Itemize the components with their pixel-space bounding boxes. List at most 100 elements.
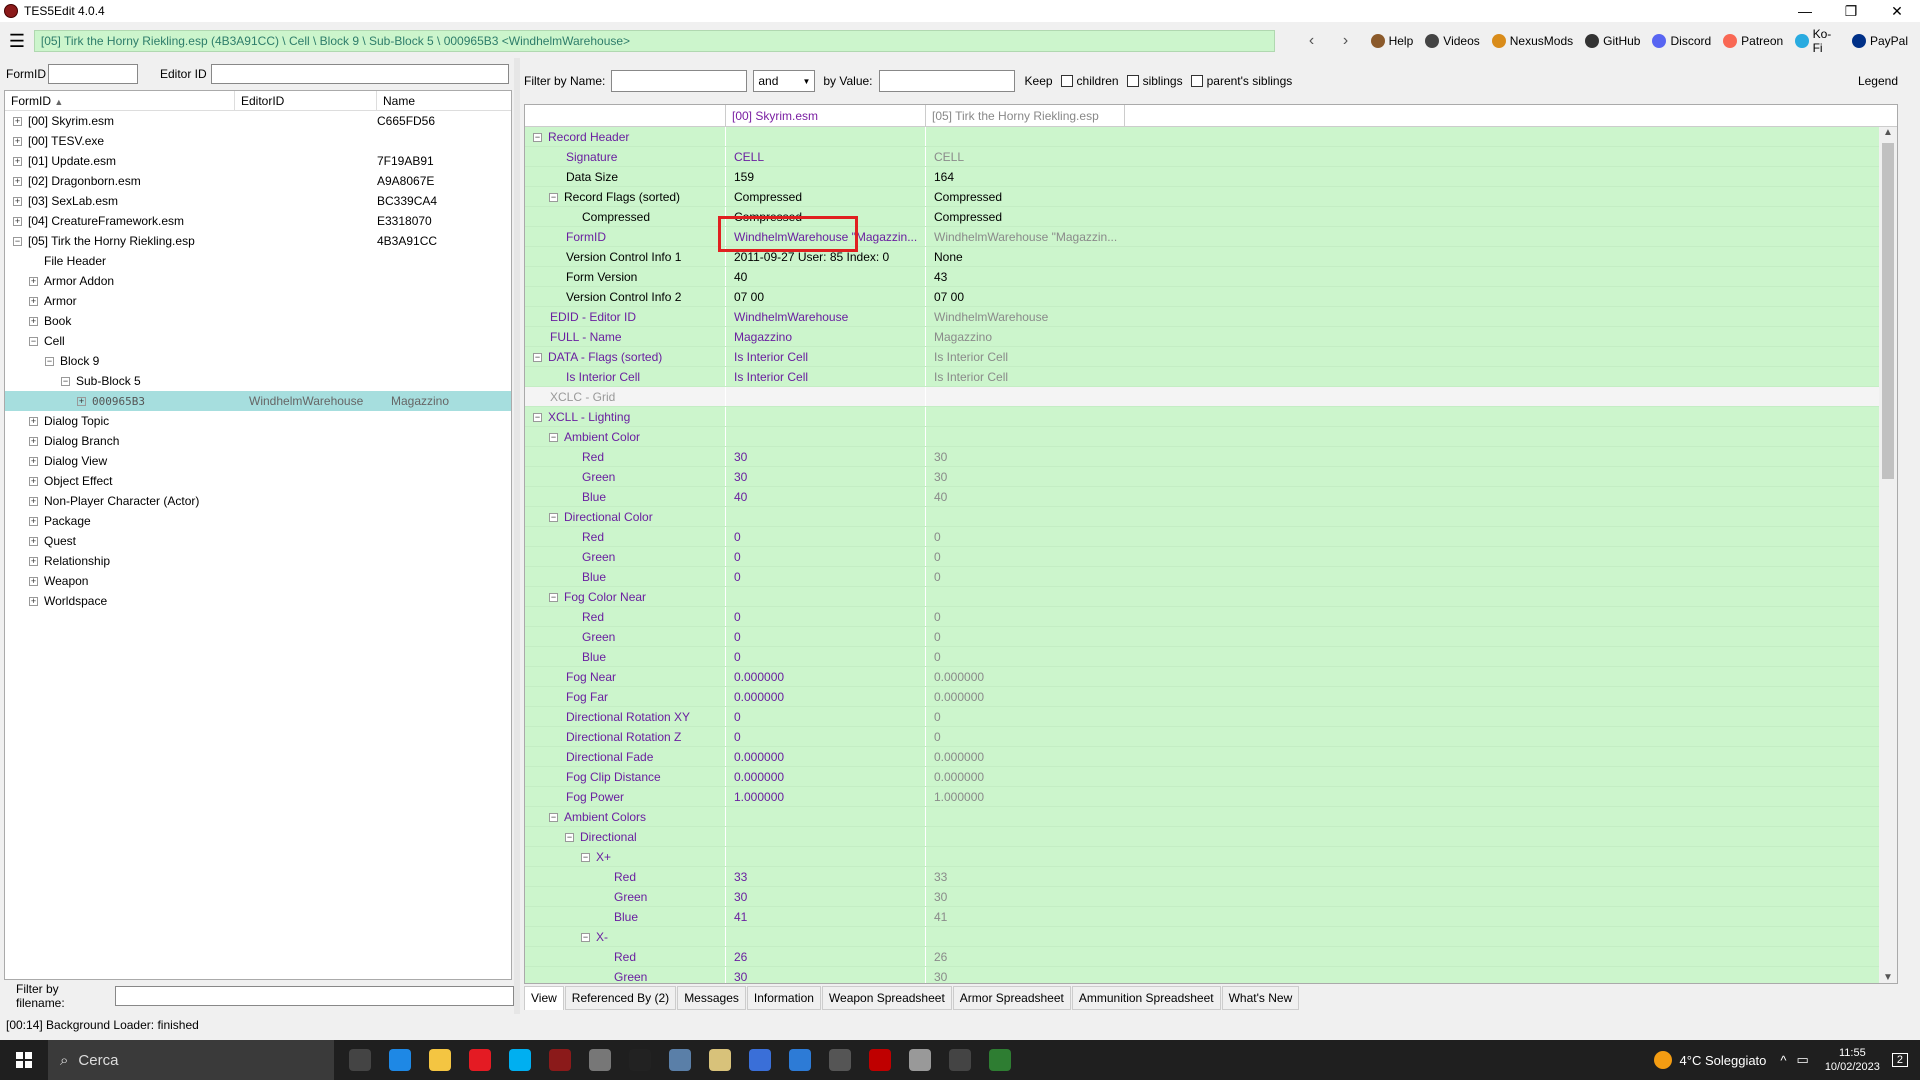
record-field-row[interactable]: Blue 40 40 bbox=[525, 487, 1897, 507]
expand-icon[interactable]: + bbox=[13, 197, 22, 207]
forward-arrow-icon[interactable]: › bbox=[1329, 32, 1363, 50]
tab-referenced-by-2[interactable]: Referenced By (2) bbox=[564, 986, 677, 1010]
record-path[interactable]: [05] Tirk the Horny Riekling.esp (4B3A91… bbox=[33, 30, 1275, 52]
siblings-checkbox[interactable] bbox=[1126, 75, 1139, 87]
field-value-skyrim[interactable]: 30 bbox=[725, 887, 925, 906]
field-value-skyrim[interactable]: 0.000000 bbox=[725, 687, 925, 706]
tree-row[interactable]: + Worldspace bbox=[5, 591, 511, 611]
tes5edit-taskbar-button[interactable] bbox=[540, 1040, 580, 1080]
expand-icon[interactable]: + bbox=[13, 217, 22, 227]
hamburger-menu-icon[interactable]: ☰ bbox=[0, 26, 34, 56]
tree-row[interactable]: + Dialog View bbox=[5, 451, 511, 471]
record-field-row[interactable]: Is Interior Cell Is Interior Cell Is Inter… bbox=[525, 367, 1897, 387]
field-value-skyrim[interactable] bbox=[725, 807, 925, 826]
record-field-row[interactable]: Directional Rotation XY 0 0 bbox=[525, 707, 1897, 727]
link-help[interactable]: Help bbox=[1370, 34, 1413, 48]
field-value-tirk[interactable]: 30 bbox=[925, 447, 1125, 466]
field-value-skyrim[interactable]: 30 bbox=[725, 967, 925, 983]
collapse-icon[interactable]: − bbox=[549, 433, 558, 443]
collapse-icon[interactable]: − bbox=[533, 353, 542, 363]
record-field-row[interactable]: Red 0 0 bbox=[525, 607, 1897, 627]
record-field-row[interactable]: − Directional bbox=[525, 827, 1897, 847]
record-field-row[interactable]: Signature CELL CELL bbox=[525, 147, 1897, 167]
field-value-tirk[interactable]: WindhelmWarehouse "Magazzin... bbox=[925, 227, 1125, 246]
record-field-row[interactable]: Red 33 33 bbox=[525, 867, 1897, 887]
formid-input[interactable] bbox=[48, 64, 138, 84]
field-value-tirk[interactable] bbox=[925, 387, 1125, 406]
field-value-tirk[interactable]: Magazzino bbox=[925, 327, 1125, 346]
record-field-row[interactable]: − Record Flags (sorted) Compressed Compress… bbox=[525, 187, 1897, 207]
field-value-skyrim[interactable]: 40 bbox=[725, 487, 925, 506]
record-field-row[interactable]: Data Size 159 164 bbox=[525, 167, 1897, 187]
collapse-icon[interactable]: − bbox=[549, 193, 558, 203]
field-value-skyrim[interactable]: 0 bbox=[725, 607, 925, 626]
field-value-skyrim[interactable] bbox=[725, 827, 925, 846]
field-value-tirk[interactable]: Compressed bbox=[925, 207, 1125, 226]
scroll-down-icon[interactable]: ▼ bbox=[1879, 972, 1897, 983]
field-value-skyrim[interactable]: 0 bbox=[725, 547, 925, 566]
tree-row[interactable]: + Book bbox=[5, 311, 511, 331]
tree-row[interactable]: + Relationship bbox=[5, 551, 511, 571]
record-field-row[interactable]: Blue 0 0 bbox=[525, 647, 1897, 667]
field-value-skyrim[interactable] bbox=[725, 927, 925, 946]
tree-row[interactable]: − Sub-Block 5 bbox=[5, 371, 511, 391]
expand-icon[interactable]: + bbox=[29, 317, 38, 327]
window-taskbar-button[interactable] bbox=[780, 1040, 820, 1080]
field-value-tirk[interactable]: 07 00 bbox=[925, 287, 1125, 306]
tree-row[interactable]: + Armor Addon bbox=[5, 271, 511, 291]
field-value-tirk[interactable]: WindhelmWarehouse bbox=[925, 307, 1125, 326]
tab-what-s-new[interactable]: What's New bbox=[1221, 986, 1300, 1010]
link-discord[interactable]: Discord bbox=[1652, 34, 1711, 48]
field-value-skyrim[interactable] bbox=[725, 847, 925, 866]
expand-icon[interactable]: + bbox=[13, 177, 22, 187]
explorer-taskbar-button[interactable] bbox=[420, 1040, 460, 1080]
back-arrow-icon[interactable]: ‹ bbox=[1295, 32, 1329, 50]
tree-row[interactable]: − Block 9 bbox=[5, 351, 511, 371]
record-field-row[interactable]: Green 30 30 bbox=[525, 467, 1897, 487]
field-value-skyrim[interactable]: WindhelmWarehouse bbox=[725, 307, 925, 326]
tab-armor-spreadsheet[interactable]: Armor Spreadsheet bbox=[952, 986, 1071, 1010]
weather-text[interactable]: 4°C Soleggiato bbox=[1680, 1053, 1767, 1068]
record-field-row[interactable]: XCLC - Grid bbox=[525, 387, 1897, 407]
collapse-icon[interactable]: − bbox=[549, 593, 558, 603]
field-value-skyrim[interactable] bbox=[725, 587, 925, 606]
tree-row[interactable]: + Weapon bbox=[5, 571, 511, 591]
record-field-row[interactable]: Blue 0 0 bbox=[525, 567, 1897, 587]
record-field-row[interactable]: Green 30 30 bbox=[525, 967, 1897, 983]
column-editorid[interactable]: EditorID bbox=[235, 91, 377, 110]
record-field-row[interactable]: Fog Power 1.000000 1.000000 bbox=[525, 787, 1897, 807]
expand-icon[interactable]: + bbox=[29, 577, 38, 587]
record-field-row[interactable]: Blue 41 41 bbox=[525, 907, 1897, 927]
collapse-icon[interactable]: − bbox=[533, 413, 542, 423]
field-value-skyrim[interactable]: 33 bbox=[725, 867, 925, 886]
field-value-tirk[interactable]: 0 bbox=[925, 527, 1125, 546]
record-field-row[interactable]: Green 0 0 bbox=[525, 547, 1897, 567]
field-value-tirk[interactable]: 33 bbox=[925, 867, 1125, 886]
field-value-tirk[interactable]: 0 bbox=[925, 627, 1125, 646]
record-field-row[interactable]: − X- bbox=[525, 927, 1897, 947]
notification-icon[interactable]: 2 bbox=[1891, 1053, 1908, 1067]
field-value-tirk[interactable] bbox=[925, 587, 1125, 606]
link-nexusmods[interactable]: NexusMods bbox=[1491, 34, 1573, 48]
scroll-thumb[interactable] bbox=[1882, 143, 1894, 479]
collapse-icon[interactable]: − bbox=[549, 813, 558, 823]
collapse-icon[interactable]: − bbox=[13, 237, 22, 247]
link-paypal[interactable]: PayPal bbox=[1851, 34, 1908, 48]
collapse-icon[interactable]: − bbox=[581, 853, 590, 863]
filezilla-taskbar-button[interactable] bbox=[860, 1040, 900, 1080]
steam-taskbar-button[interactable] bbox=[660, 1040, 700, 1080]
field-value-tirk[interactable]: 0 bbox=[925, 707, 1125, 726]
field-value-skyrim[interactable]: 30 bbox=[725, 467, 925, 486]
collapse-icon[interactable]: − bbox=[29, 337, 38, 347]
tab-weapon-spreadsheet[interactable]: Weapon Spreadsheet bbox=[821, 986, 952, 1010]
arrow-taskbar-button[interactable] bbox=[940, 1040, 980, 1080]
record-field-row[interactable]: − X+ bbox=[525, 847, 1897, 867]
castle-taskbar-button[interactable] bbox=[580, 1040, 620, 1080]
minimize-button[interactable]: — bbox=[1782, 0, 1828, 22]
tree-row[interactable]: + Quest bbox=[5, 531, 511, 551]
link-github[interactable]: GitHub bbox=[1585, 34, 1640, 48]
field-value-skyrim[interactable]: 0 bbox=[725, 727, 925, 746]
tree-row[interactable]: + Armor bbox=[5, 291, 511, 311]
tree-row[interactable]: − [05] Tirk the Horny Riekling.esp 4B3A91C… bbox=[5, 231, 511, 251]
field-value-tirk[interactable]: 1.000000 bbox=[925, 787, 1125, 806]
